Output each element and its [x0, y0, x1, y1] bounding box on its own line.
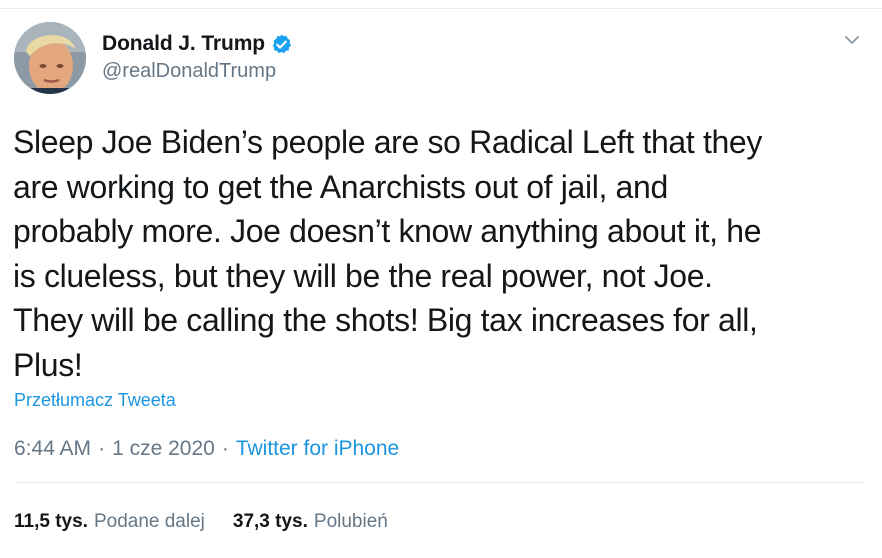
retweets-label: Podane dalej [93, 511, 205, 532]
avatar-image [14, 22, 86, 94]
likes-label: Polubień [313, 511, 388, 532]
tweet-text: Sleep Joe Biden’s people are so Radical … [13, 124, 763, 383]
tweet-date[interactable]: 1 cze 2020 [112, 437, 215, 461]
chevron-down-icon[interactable] [842, 30, 862, 50]
verified-badge-icon [270, 33, 293, 56]
tweet-header: Donald J. Trump @realDonaldTrump [14, 22, 868, 98]
retweets-stat[interactable]: 11,5 tys. Podane dalej [14, 511, 205, 533]
display-name-row: Donald J. Trump [102, 31, 293, 57]
display-name[interactable]: Donald J. Trump [102, 32, 265, 56]
tweet-time[interactable]: 6:44 AM [14, 437, 91, 461]
retweets-count: 11,5 tys. [14, 511, 88, 532]
likes-stat[interactable]: 37,3 tys. Polubień [233, 511, 388, 533]
tweet-source-link[interactable]: Twitter for iPhone [236, 437, 399, 461]
author-info: Donald J. Trump @realDonaldTrump [102, 31, 293, 83]
tweet-stats: 11,5 tys. Podane dalej 37,3 tys. Polubie… [14, 511, 388, 533]
translate-tweet-link[interactable]: Przetłumacz Tweeta [14, 390, 176, 411]
tweet-meta: 6:44 AM · 1 cze 2020 · Twitter for iPhon… [14, 437, 399, 461]
stats-divider [14, 482, 864, 483]
likes-count: 37,3 tys. [232, 511, 308, 532]
meta-separator: · [98, 437, 106, 460]
meta-separator: · [221, 437, 229, 460]
author-handle[interactable]: @realDonaldTrump [102, 60, 293, 83]
avatar[interactable] [14, 22, 86, 94]
top-divider [0, 0, 882, 9]
